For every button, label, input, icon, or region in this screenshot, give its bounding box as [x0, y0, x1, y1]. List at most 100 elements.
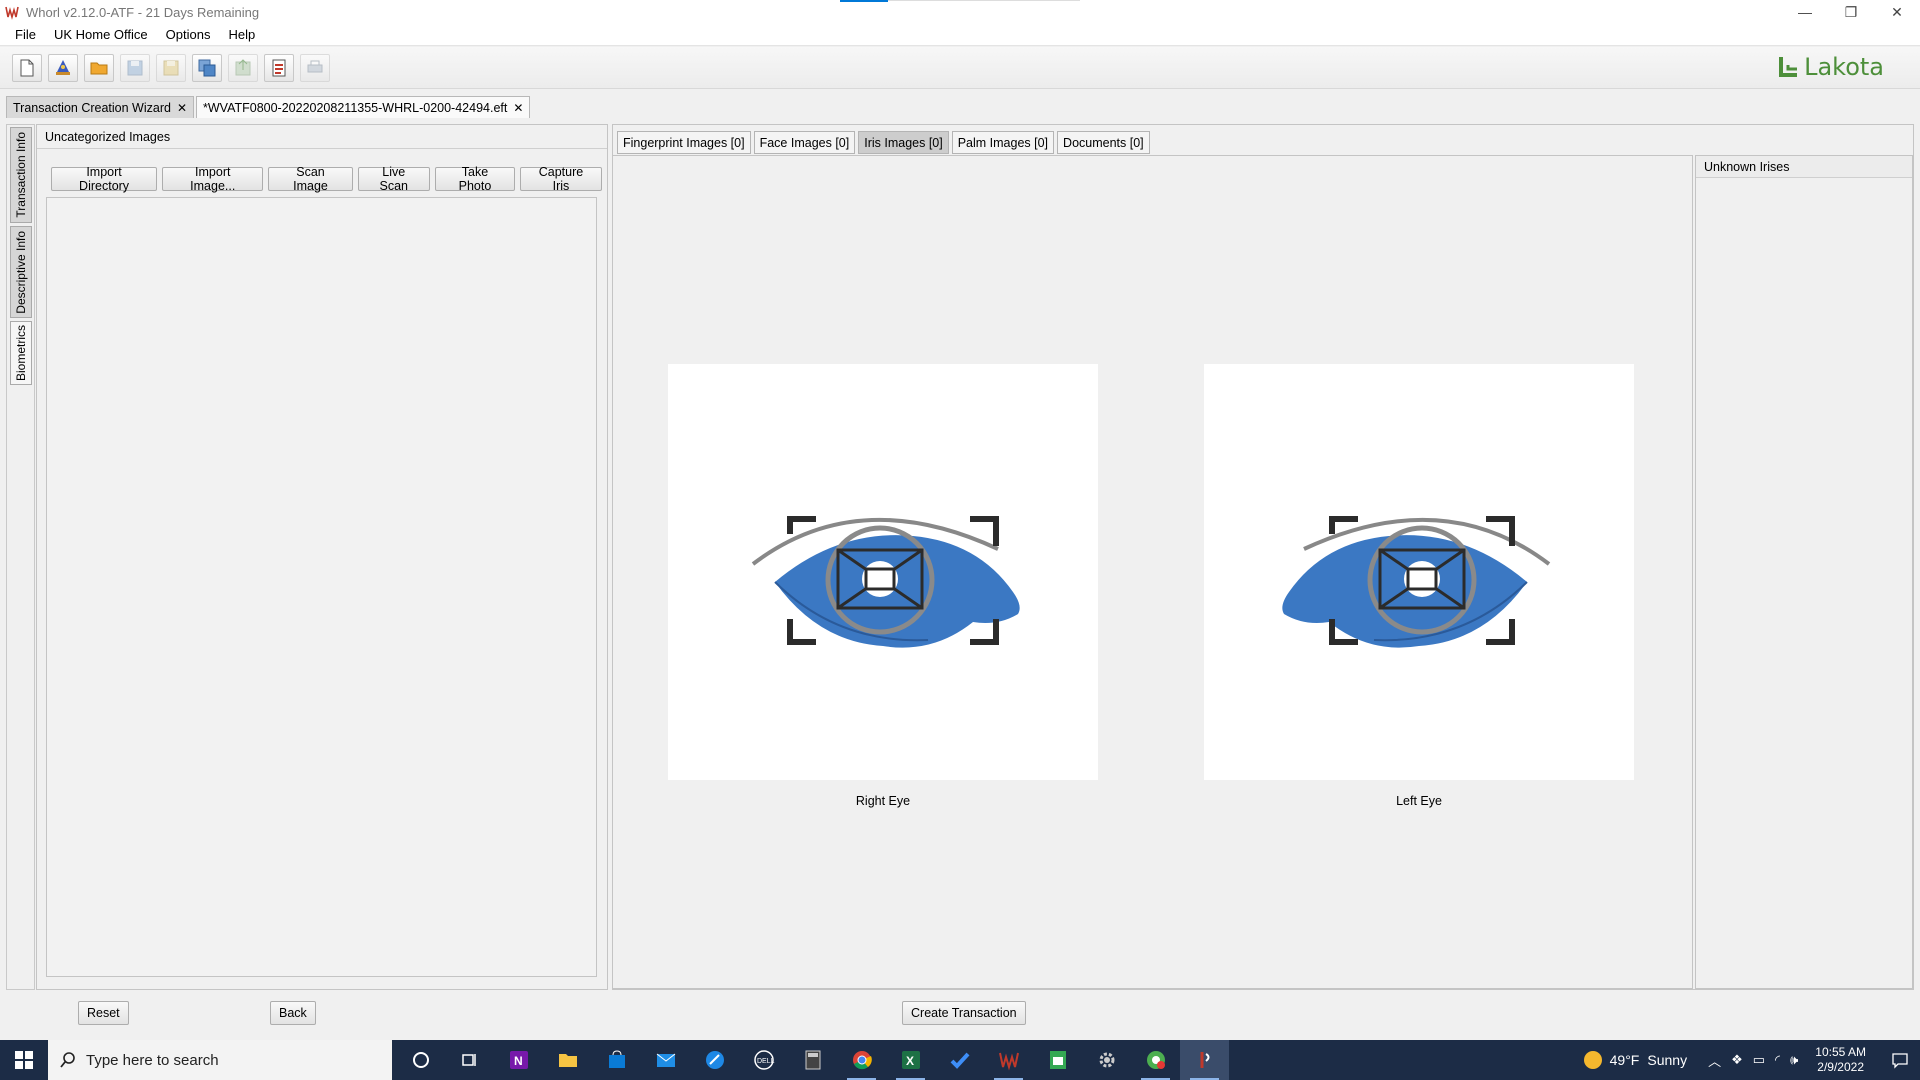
- volume-icon[interactable]: 🕪: [1790, 1052, 1798, 1068]
- side-tab-biometrics[interactable]: Biometrics: [10, 321, 32, 385]
- chrome-button[interactable]: [837, 1040, 886, 1080]
- title-progress-fill: [840, 0, 888, 2]
- wifi-icon[interactable]: ◜: [1775, 1052, 1780, 1068]
- battery-icon[interactable]: ▭: [1753, 1052, 1765, 1068]
- tab-fingerprint-images[interactable]: Fingerprint Images [0]: [617, 131, 751, 154]
- cortana-icon: [412, 1052, 429, 1068]
- uncategorized-image-area[interactable]: [46, 197, 597, 977]
- open-button[interactable]: [84, 53, 114, 82]
- tab-label: Transaction Creation Wizard: [13, 100, 171, 115]
- clock-time: 10:55 AM: [1815, 1045, 1866, 1059]
- todo-button[interactable]: [935, 1040, 984, 1080]
- minimize-button[interactable]: —: [1782, 0, 1828, 24]
- lakota-app-button[interactable]: [1180, 1040, 1229, 1080]
- whorl-app-icon: [5, 6, 19, 20]
- sun-icon: [1583, 1051, 1602, 1069]
- calculator-button[interactable]: [788, 1040, 837, 1080]
- menu-options[interactable]: Options: [157, 27, 220, 42]
- excel-button[interactable]: X: [886, 1040, 935, 1080]
- sheets-button[interactable]: [1033, 1040, 1082, 1080]
- lakota-logo-icon: [1779, 57, 1798, 77]
- right-eye-icon: [751, 516, 1020, 648]
- cortana-button[interactable]: [396, 1040, 445, 1080]
- save-all-button[interactable]: [192, 53, 222, 82]
- back-button[interactable]: Back: [270, 1001, 316, 1025]
- side-tab-label: Biometrics: [14, 324, 28, 381]
- tab-transaction-creation-wizard[interactable]: Transaction Creation Wizard ✕: [6, 96, 194, 118]
- take-photo-button[interactable]: Take Photo: [434, 165, 515, 193]
- notification-button[interactable]: [1880, 1051, 1920, 1069]
- left-eye-label: Left Eye: [1396, 794, 1442, 808]
- whorl-taskbar-button[interactable]: [984, 1040, 1033, 1080]
- chevron-up-icon[interactable]: ︿: [1708, 1051, 1721, 1070]
- export-icon: [235, 58, 251, 75]
- scan-image-button[interactable]: Scan Image: [268, 165, 353, 193]
- tab-face-images[interactable]: Face Images [0]: [753, 131, 856, 154]
- whorl-icon: [998, 1052, 1019, 1071]
- mail-button[interactable]: [641, 1040, 690, 1080]
- clock[interactable]: 10:55 AM 2/9/2022: [1815, 1045, 1866, 1075]
- windows-icon: [15, 1051, 33, 1069]
- capture-iris-button[interactable]: Capture Iris: [519, 165, 602, 193]
- new-document-button[interactable]: [12, 53, 42, 82]
- dell-button[interactable]: DELL: [739, 1040, 788, 1080]
- settings-icon: [1099, 1052, 1114, 1068]
- menu-uk-home-office[interactable]: UK Home Office: [45, 27, 157, 42]
- dropbox-icon[interactable]: ❖: [1731, 1052, 1743, 1068]
- onenote-button[interactable]: N: [494, 1040, 543, 1080]
- tab-eft-file[interactable]: *WVATF0800-20220208211355-WHRL-0200-4249…: [196, 96, 531, 118]
- side-tab-label: Descriptive Info: [14, 230, 28, 314]
- print-button[interactable]: [300, 53, 330, 82]
- side-tab-label: Transaction Info: [14, 132, 28, 218]
- side-tabs: Transaction Info Descriptive Info Biomet…: [10, 127, 34, 388]
- sheets-icon: [1049, 1051, 1066, 1069]
- browser-icon: [705, 1051, 724, 1069]
- file-explorer-button[interactable]: [543, 1040, 592, 1080]
- menu-help[interactable]: Help: [219, 27, 264, 42]
- browser-button[interactable]: [690, 1040, 739, 1080]
- clock-date: 2/9/2022: [1817, 1060, 1864, 1074]
- calculator-icon: [805, 1050, 820, 1070]
- side-tab-transaction-info[interactable]: Transaction Info: [10, 127, 32, 223]
- panel-header: Uncategorized Images: [37, 125, 607, 149]
- close-button[interactable]: ✕: [1874, 0, 1920, 24]
- close-tab-icon[interactable]: ✕: [177, 101, 187, 115]
- tab-documents[interactable]: Documents [0]: [1057, 131, 1150, 154]
- start-button[interactable]: [0, 1040, 48, 1080]
- uncategorized-images-panel: Uncategorized Images Import Directory Im…: [36, 124, 608, 990]
- weather-widget[interactable]: 49°F Sunny: [1583, 1051, 1687, 1069]
- taskbar-search-box[interactable]: Type here to search: [48, 1040, 392, 1080]
- document-tabs: Transaction Creation Wizard ✕ *WVATF0800…: [0, 94, 1920, 118]
- menu-file[interactable]: File: [6, 27, 45, 42]
- export-button[interactable]: [228, 53, 258, 82]
- store-button[interactable]: [592, 1040, 641, 1080]
- task-view-button[interactable]: [445, 1040, 494, 1080]
- svg-text:N: N: [514, 1054, 523, 1068]
- import-image-button[interactable]: Import Image...: [162, 165, 264, 193]
- report-icon: [272, 59, 286, 76]
- create-transaction-button[interactable]: Create Transaction: [902, 1001, 1026, 1025]
- lakota-app-icon: [1200, 1052, 1209, 1068]
- left-eye-icon: [1282, 516, 1551, 648]
- import-directory-button[interactable]: Import Directory: [51, 165, 158, 193]
- reset-button[interactable]: Reset: [78, 1001, 129, 1025]
- settings-button[interactable]: [1082, 1040, 1131, 1080]
- search-placeholder: Type here to search: [86, 1051, 219, 1069]
- chrome-profile-button[interactable]: [1131, 1040, 1180, 1080]
- wizard-button[interactable]: [48, 53, 78, 82]
- live-scan-button[interactable]: Live Scan: [357, 165, 430, 193]
- dell-icon: DELL: [753, 1050, 774, 1070]
- restore-button[interactable]: ❐: [1828, 0, 1874, 24]
- close-tab-icon[interactable]: ✕: [513, 101, 523, 115]
- weather-temperature: 49°F: [1609, 1052, 1640, 1068]
- report-button[interactable]: [264, 53, 294, 82]
- file-explorer-icon: [558, 1054, 577, 1067]
- save-button[interactable]: [120, 53, 150, 82]
- side-tab-descriptive-info[interactable]: Descriptive Info: [10, 226, 32, 318]
- save-as-button[interactable]: [156, 53, 186, 82]
- left-eye-slot[interactable]: [1204, 364, 1634, 780]
- right-eye-slot[interactable]: [668, 364, 1098, 780]
- tab-iris-images[interactable]: Iris Images [0]: [858, 131, 949, 154]
- excel-icon: X: [901, 1051, 920, 1069]
- tab-palm-images[interactable]: Palm Images [0]: [951, 131, 1055, 154]
